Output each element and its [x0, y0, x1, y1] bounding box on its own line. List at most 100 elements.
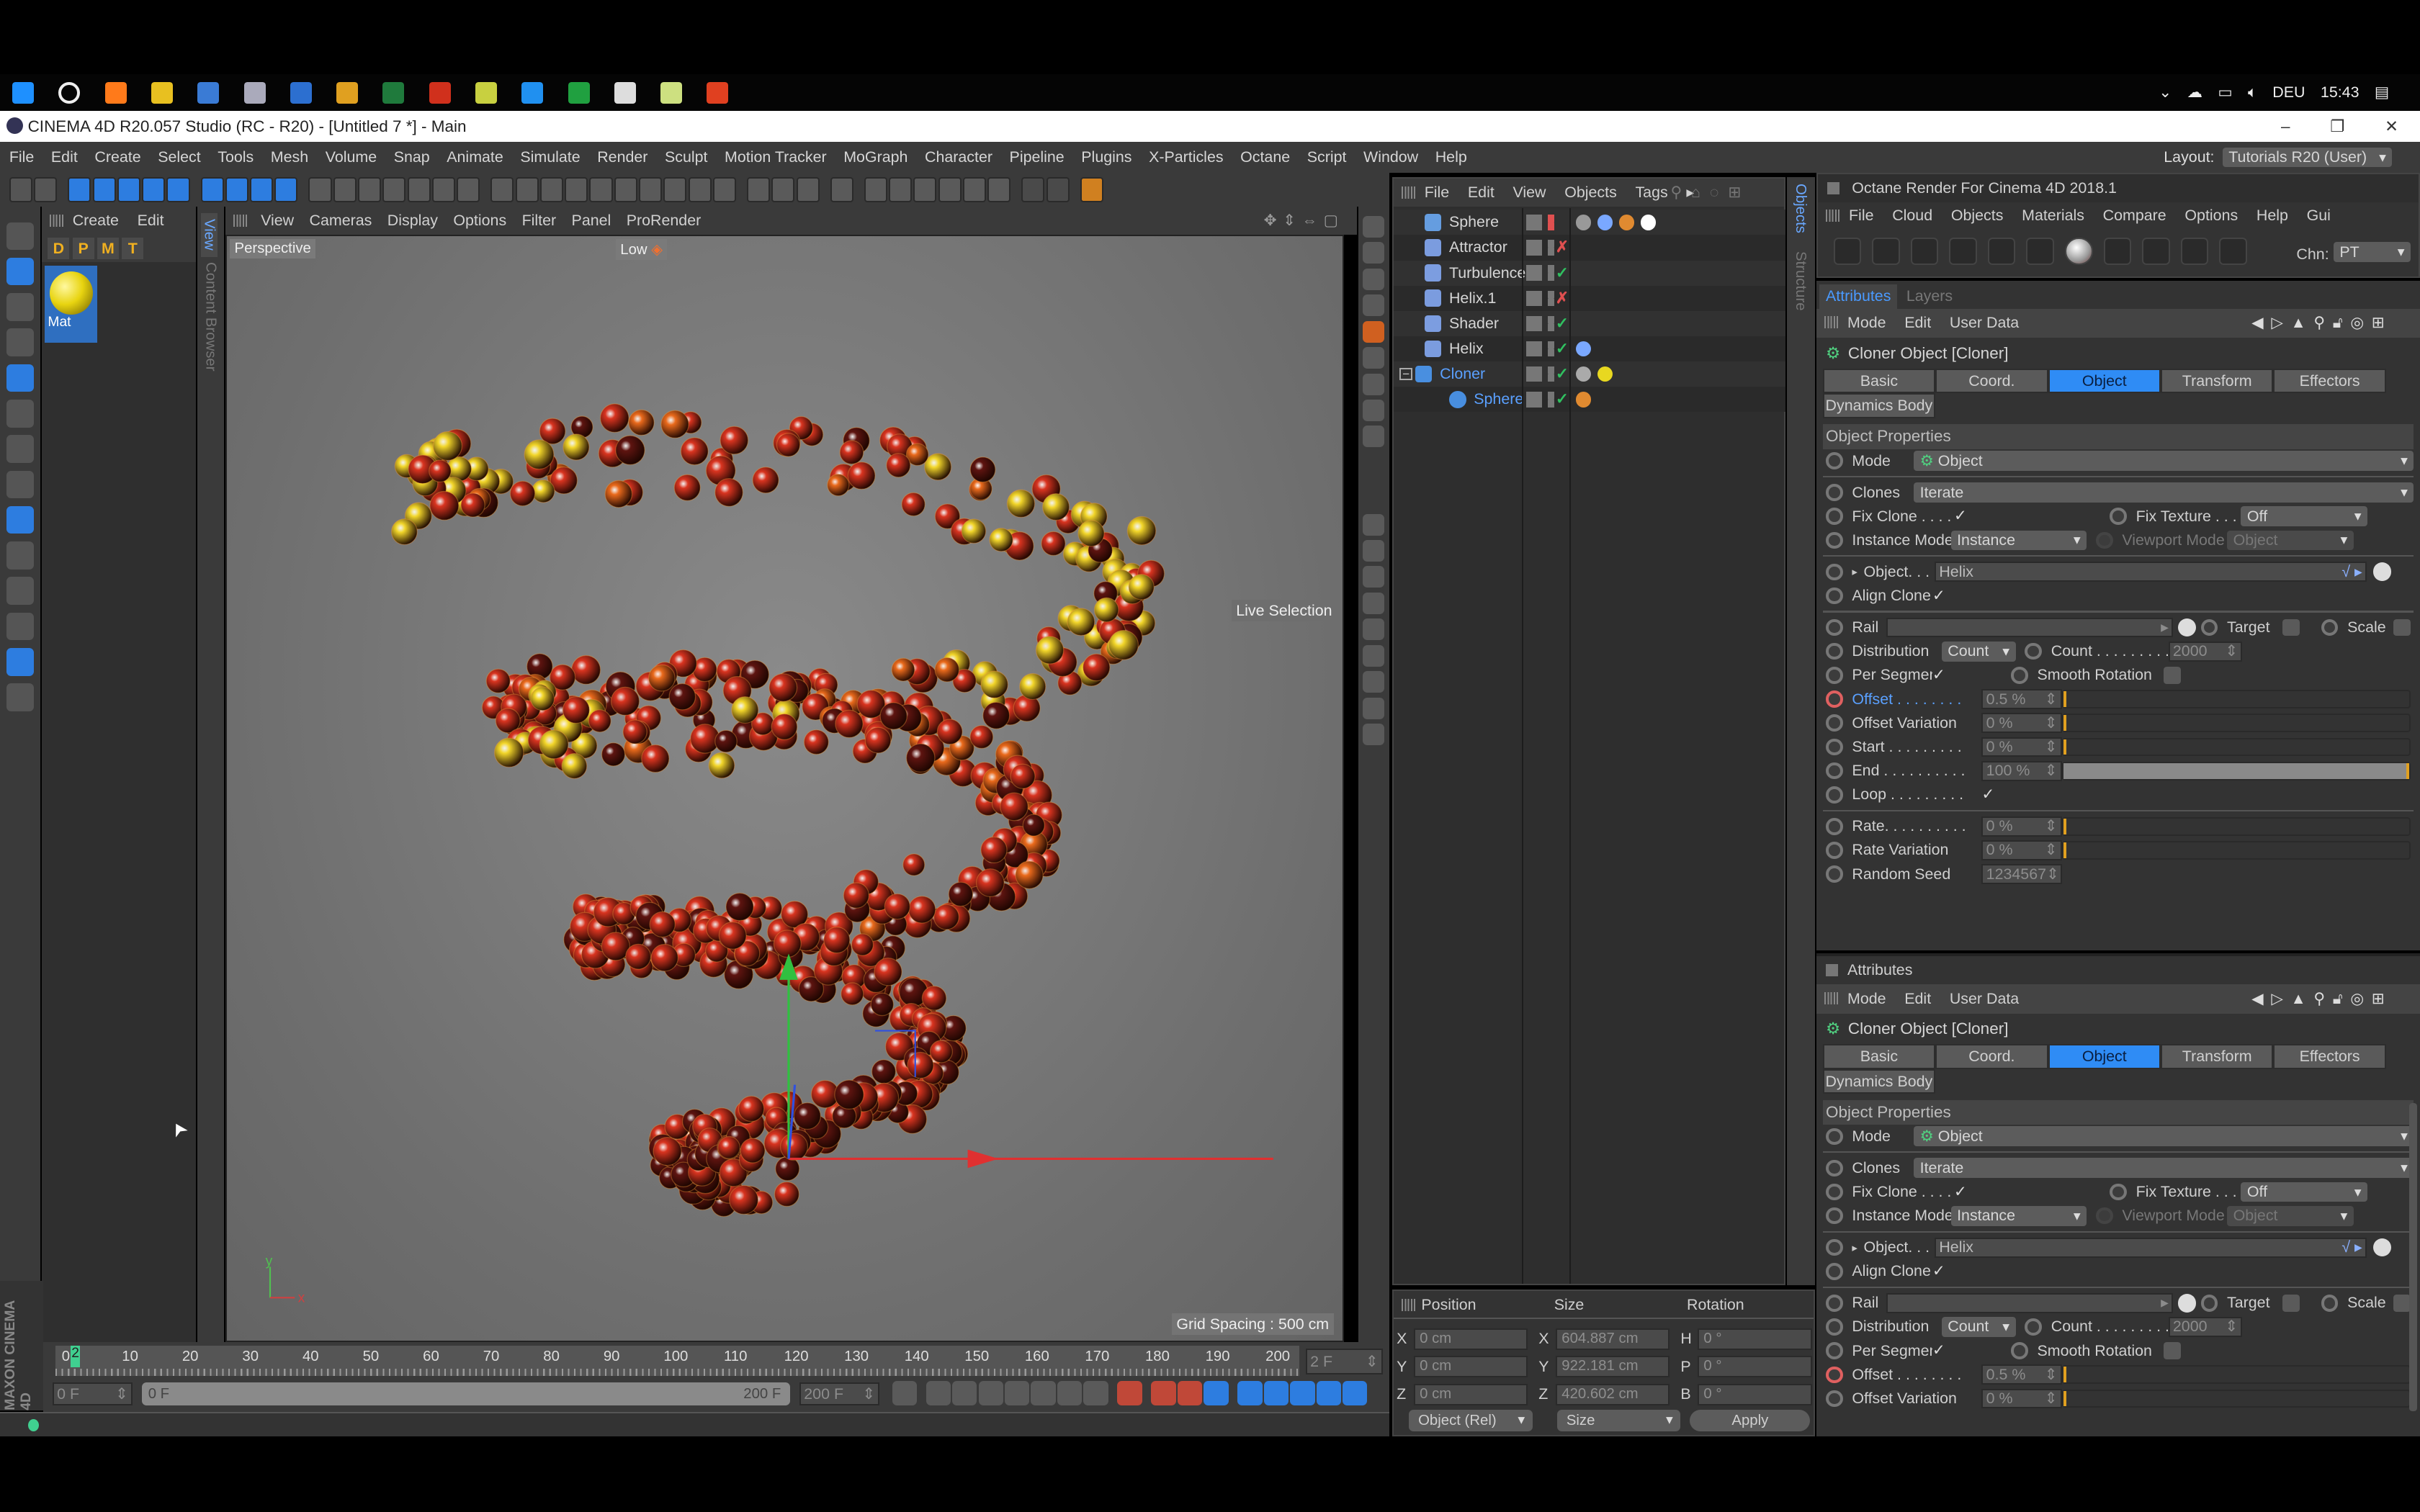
tag-icon[interactable]	[1575, 341, 1592, 357]
quixel-icon[interactable]	[475, 81, 497, 104]
object-name[interactable]: Helix	[1449, 340, 1526, 358]
instance-mode-dropdown[interactable]: Instance ▾	[1950, 1205, 2087, 1226]
octane-menu-materials[interactable]: Materials	[2022, 207, 2084, 225]
tags-icon[interactable]	[1575, 392, 1592, 408]
menu-simulate[interactable]: Simulate	[520, 148, 580, 166]
viewport[interactable]: Perspective Low ◈ Live Selection xy Grid…	[225, 234, 1345, 1343]
render-settings-icon[interactable]	[457, 177, 480, 202]
animate-radio[interactable]	[1825, 1366, 1843, 1384]
octane-render-icon[interactable]	[1833, 237, 1862, 266]
coordinate-mode-dropdown[interactable]: Object (Rel) ▾	[1409, 1410, 1533, 1432]
offset-variation-field[interactable]: 0 % ⇕	[1981, 713, 2062, 734]
redo-icon[interactable]	[34, 177, 58, 202]
smooth-rotation-checkbox[interactable]	[2164, 1342, 2181, 1359]
octane-settings-icon[interactable]	[1987, 237, 2016, 266]
animate-radio[interactable]	[1825, 642, 1843, 660]
firefox-icon[interactable]	[104, 81, 127, 104]
scale-checkbox[interactable]	[2393, 1294, 2411, 1312]
visibility-dots-icon[interactable]	[1548, 341, 1554, 357]
render-queue-icon[interactable]	[358, 177, 382, 202]
script-icon[interactable]	[1080, 177, 1103, 202]
viewport-tool-icon[interactable]	[1363, 399, 1385, 421]
random-seed-field[interactable]: 1234567 ⇕	[1981, 864, 2062, 885]
animate-radio[interactable]	[2011, 1342, 2028, 1359]
octane-pause-icon[interactable]	[962, 177, 987, 202]
viewport-tool-icon[interactable]	[1363, 566, 1385, 588]
object-menu-objects[interactable]: Objects	[1564, 184, 1617, 202]
octane-menu-file[interactable]: File	[1849, 207, 1874, 225]
viewport-tool-icon[interactable]	[1363, 723, 1385, 745]
count-field[interactable]: 2000 ⇕	[2168, 641, 2243, 662]
object-row[interactable]: Helix ✓	[1393, 336, 1786, 362]
visibility-dots-icon[interactable]	[1548, 315, 1554, 332]
octane-material-pick-icon[interactable]	[2219, 237, 2247, 266]
octane-region-icon[interactable]	[1949, 237, 1977, 266]
menu-plugins[interactable]: Plugins	[1081, 148, 1131, 166]
previous-frame-icon[interactable]	[952, 1380, 977, 1406]
animate-radio[interactable]	[1825, 865, 1843, 883]
object-menu-tags[interactable]: Tags	[1635, 184, 1667, 202]
tab-effectors[interactable]: Effectors	[2273, 369, 2386, 394]
object-row[interactable]: Turbulence ✓	[1393, 260, 1786, 286]
rate-field[interactable]: 0 % ⇕	[1981, 816, 2062, 837]
menu-motion-tracker[interactable]: Motion Tracker	[725, 148, 827, 166]
animate-radio[interactable]	[1825, 817, 1843, 835]
layer-icon[interactable]	[1526, 341, 1542, 357]
target-checkbox[interactable]	[2282, 618, 2300, 636]
animate-radio[interactable]	[1825, 762, 1843, 780]
animate-radio[interactable]	[2025, 642, 2042, 660]
make-editable-icon[interactable]	[6, 222, 35, 251]
viewport-tool-icon[interactable]	[1363, 373, 1385, 395]
animate-radio[interactable]	[2200, 1294, 2218, 1312]
tab-content-browser[interactable]: Content Browser	[202, 262, 219, 372]
cloner-icon[interactable]	[614, 177, 637, 202]
object-link-field[interactable]: Helix √ ▸	[1935, 562, 2367, 582]
edges-mode-icon[interactable]	[6, 399, 35, 428]
target-checkbox[interactable]	[2282, 1294, 2300, 1312]
photoshop-icon[interactable]	[290, 81, 312, 104]
fix-clone-checkbox[interactable]: ✓	[1954, 1183, 1971, 1201]
distribution-dropdown[interactable]: Count ▾	[1941, 641, 2016, 662]
start-frame-field[interactable]: 0 F ⇕	[52, 1382, 133, 1406]
menu-edit[interactable]: Edit	[51, 148, 78, 166]
offset-variation-field[interactable]: 0 % ⇕	[1981, 1388, 2062, 1409]
layer-icon[interactable]	[1526, 240, 1542, 256]
play-forward-icon[interactable]	[978, 1380, 1003, 1406]
size-y-field[interactable]: 922.181 cm	[1555, 1356, 1670, 1378]
menu-file[interactable]: File	[9, 148, 35, 166]
viewport-tool-icon[interactable]	[1363, 426, 1385, 448]
layout-dropdown[interactable]: Tutorials R20 (User) ▾	[2222, 147, 2393, 168]
go-to-end-icon[interactable]	[1083, 1380, 1108, 1406]
enabled-toggle-icon[interactable]: ✗	[1556, 238, 1569, 256]
acrobat-icon[interactable]	[429, 81, 451, 104]
z-axis-icon[interactable]	[250, 177, 274, 202]
next-frame-icon[interactable]	[1031, 1380, 1056, 1406]
rotation-p-field[interactable]: 0 °	[1697, 1356, 1812, 1378]
offset-field[interactable]: 0.5 % ⇕	[1981, 1364, 2062, 1385]
menu-animate[interactable]: Animate	[447, 148, 503, 166]
offset-variation-slider[interactable]	[2061, 714, 2411, 733]
animate-radio[interactable]	[1825, 1183, 1843, 1201]
channel-dropdown[interactable]: PT ▾	[2333, 242, 2411, 263]
menu-snap[interactable]: Snap	[394, 148, 430, 166]
tab-layers[interactable]: Layers	[1897, 284, 1962, 309]
scrollbar[interactable]	[2409, 1102, 2417, 1412]
frame-range-slider[interactable]: 0 F 200 F	[142, 1382, 791, 1406]
cube-icon[interactable]	[490, 177, 514, 202]
octane-menu-objects[interactable]: Objects	[1951, 207, 2004, 225]
premiere-icon[interactable]	[336, 81, 359, 104]
layer-icon[interactable]	[1526, 290, 1542, 306]
pick-object-icon[interactable]	[2177, 618, 2197, 637]
viewport-menu-display[interactable]: Display	[387, 207, 438, 235]
interactive-render-icon[interactable]	[382, 177, 406, 202]
object-row[interactable]: Attractor ✗	[1393, 235, 1786, 261]
mode-dropdown[interactable]: ⚙ Object ▾	[1914, 451, 2414, 472]
apply-button[interactable]: Apply	[1690, 1410, 1811, 1432]
per-segment-checkbox[interactable]: ✓	[1932, 1342, 1950, 1359]
viewport-tool-icon[interactable]	[1363, 215, 1385, 238]
notepad-icon[interactable]	[660, 81, 683, 104]
pick-object-icon[interactable]	[2372, 562, 2392, 582]
camera-icon[interactable]	[688, 177, 712, 202]
menu-x-particles[interactable]: X-Particles	[1149, 148, 1224, 166]
solo-icon[interactable]	[6, 577, 35, 605]
